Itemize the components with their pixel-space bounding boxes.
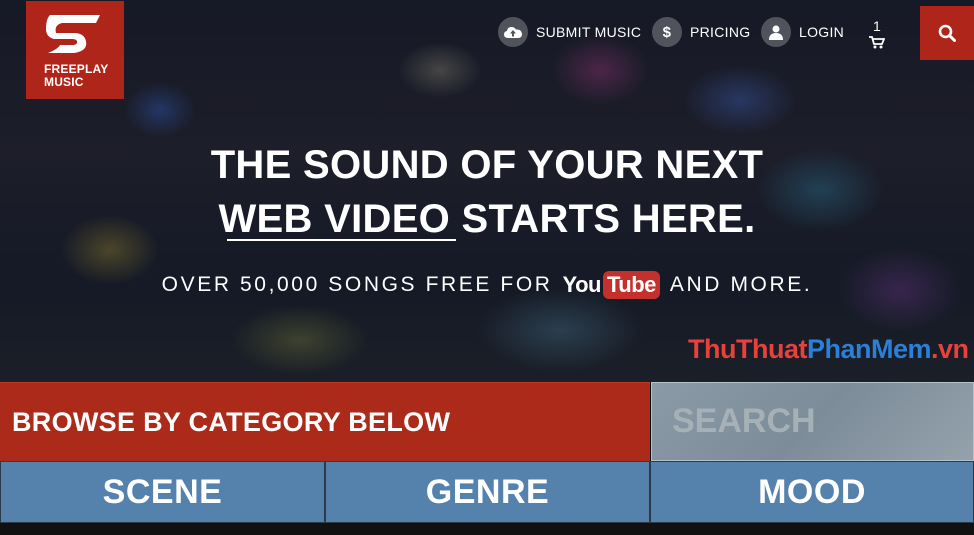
cart-count: 1 <box>873 18 881 34</box>
headline-line1: THE SOUND OF YOUR NEXT <box>210 143 764 187</box>
category-mood-button[interactable]: MOOD <box>650 461 974 523</box>
watermark-part2: PhanMem <box>806 334 932 364</box>
hero-headline: THE SOUND OF YOUR NEXT WEB VIDEO STARTS … <box>0 138 974 246</box>
logo-mark-icon <box>46 15 100 53</box>
nav-submit-music[interactable]: SUBMIT MUSIC <box>498 17 641 47</box>
pricing-label: PRICING <box>690 24 751 40</box>
login-link[interactable]: LOGIN <box>761 17 844 47</box>
headline-line2-rest: STARTS HERE. <box>450 197 756 241</box>
headline-underline <box>227 239 456 241</box>
subline-after: AND MORE. <box>669 273 813 296</box>
hero-subline: OVER 50,000 SONGS FREE FOR You Tube AND M… <box>0 271 974 299</box>
user-icon <box>761 17 791 47</box>
category-tabs: SCENE GENRE MOOD <box>0 461 974 523</box>
cart-icon <box>869 36 885 49</box>
logo-text-line2: MUSIC <box>44 75 84 89</box>
pricing-link[interactable]: $ PRICING <box>652 17 750 47</box>
youtube-you: You <box>562 272 602 297</box>
cart-button[interactable]: 1 <box>866 18 890 52</box>
site-watermark: ThuThuatPhanMem.vn <box>688 334 969 365</box>
header-search-button[interactable] <box>920 6 974 60</box>
watermark-part3: .vn <box>931 334 969 364</box>
cloud-upload-icon <box>498 17 528 47</box>
subline-before: OVER 50,000 SONGS FREE FOR <box>161 273 553 296</box>
youtube-logo: You Tube <box>563 271 660 299</box>
dollar-icon: $ <box>652 17 682 47</box>
category-scene-button[interactable]: SCENE <box>0 461 325 523</box>
login-label: LOGIN <box>799 24 845 40</box>
headline-line2: WEB VIDEO STARTS HERE. <box>0 192 974 246</box>
youtube-tube: Tube <box>602 271 660 299</box>
headline-underlined: WEB VIDEO <box>218 197 451 241</box>
category-genre-button[interactable]: GENRE <box>325 461 650 523</box>
watermark-part1: ThuThuat <box>688 334 807 364</box>
nav-pricing[interactable]: $ PRICING <box>652 17 750 47</box>
submit-music-label: SUBMIT MUSIC <box>536 24 642 40</box>
freeplay-logo[interactable]: FREEPLAY MUSIC <box>26 1 124 99</box>
browse-by-category-banner: BROWSE BY CATEGORY BELOW <box>0 382 650 461</box>
search-icon <box>938 24 956 42</box>
submit-music-link[interactable]: SUBMIT MUSIC <box>498 17 641 47</box>
bottom-strip <box>0 523 974 535</box>
logo-text: FREEPLAY MUSIC <box>44 63 109 89</box>
nav-login[interactable]: LOGIN <box>761 17 844 47</box>
search-input[interactable] <box>672 402 962 441</box>
search-field-container[interactable] <box>651 382 974 461</box>
